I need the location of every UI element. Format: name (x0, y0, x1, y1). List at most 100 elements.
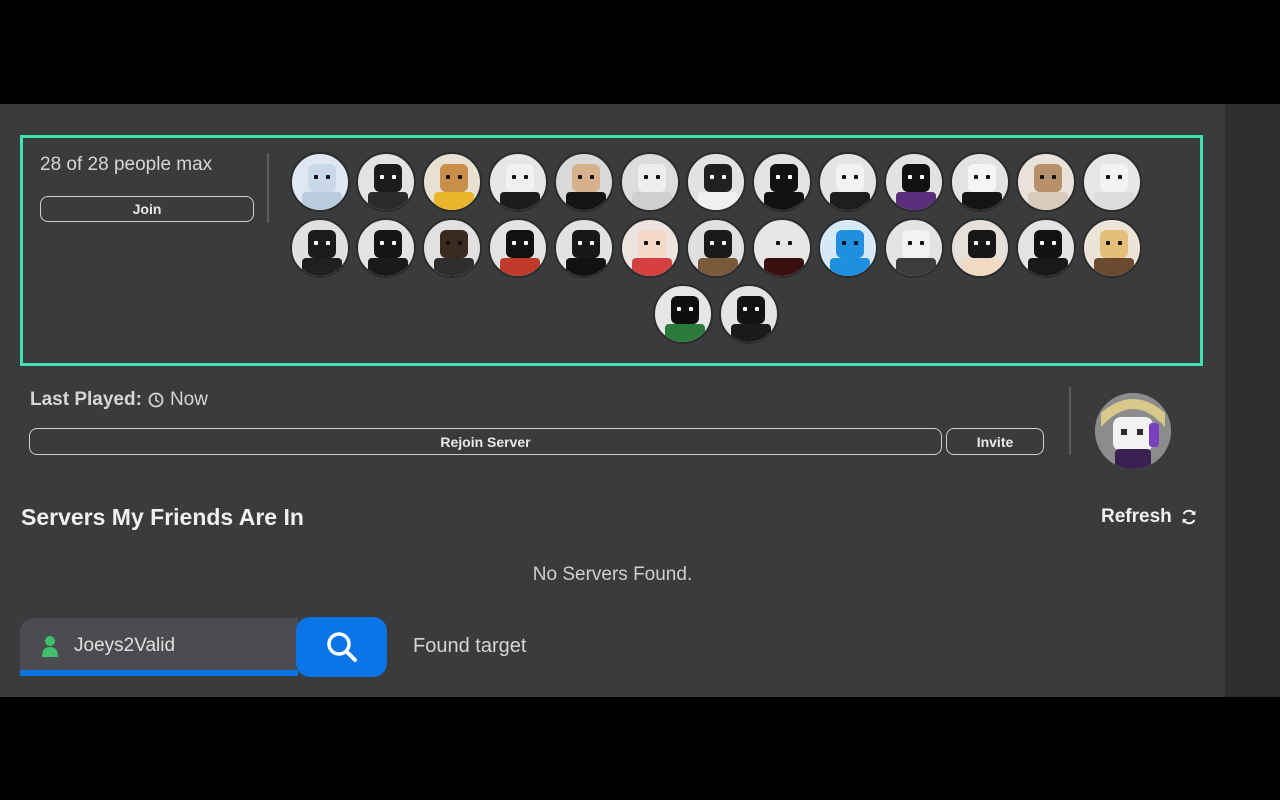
search-button[interactable] (296, 617, 387, 677)
player-avatar[interactable] (620, 218, 680, 278)
player-avatar[interactable] (1016, 218, 1076, 278)
avatar-torso (1028, 192, 1068, 210)
avatar-torso (1028, 258, 1068, 276)
user-avatar[interactable] (1095, 393, 1171, 469)
avatar-head (506, 164, 534, 192)
avatar-eye (1052, 175, 1056, 179)
avatar-head (1100, 230, 1128, 258)
avatar-eye (512, 241, 516, 245)
player-avatar[interactable] (884, 218, 944, 278)
avatar-torso (632, 258, 672, 276)
avatar-head (308, 230, 336, 258)
avatar-head (1034, 230, 1062, 258)
avatar-torso (896, 258, 936, 276)
player-avatar[interactable] (554, 152, 614, 212)
avatar-eye (677, 307, 681, 311)
avatar-eye (722, 175, 726, 179)
avatar-eye (1106, 241, 1110, 245)
player-avatar[interactable] (488, 218, 548, 278)
clock-icon (148, 392, 164, 408)
player-avatar[interactable] (653, 284, 713, 344)
username-search-input[interactable] (72, 630, 294, 662)
last-played-label: Last Played: (30, 389, 142, 410)
avatar-head (374, 230, 402, 258)
avatar-torso (896, 192, 936, 210)
player-avatar[interactable] (950, 152, 1010, 212)
player-avatar[interactable] (488, 152, 548, 212)
avatar-eye (590, 241, 594, 245)
avatar-eye (458, 175, 462, 179)
player-avatar[interactable] (752, 152, 812, 212)
player-avatar[interactable] (356, 218, 416, 278)
avatar-eye (710, 241, 714, 245)
avatar-torso (632, 192, 672, 210)
player-avatar[interactable] (290, 152, 350, 212)
avatar-eye (974, 241, 978, 245)
avatar-torso (500, 192, 540, 210)
avatar-head (572, 230, 600, 258)
avatar-torso (566, 258, 606, 276)
avatar-head (572, 164, 600, 192)
player-avatar[interactable] (719, 284, 779, 344)
avatar-eye (524, 175, 528, 179)
player-count: 28 of 28 people max (40, 154, 213, 175)
avatar-eye (854, 175, 858, 179)
avatar-torso (434, 192, 474, 210)
player-avatar[interactable] (1082, 152, 1142, 212)
avatar-eye (392, 241, 396, 245)
avatar-head (770, 230, 798, 258)
divider (1069, 387, 1071, 455)
avatar-torso (830, 192, 870, 210)
avatar-eye (644, 241, 648, 245)
avatar-torso (962, 258, 1002, 276)
player-avatar[interactable] (686, 218, 746, 278)
avatar-eye (1052, 241, 1056, 245)
avatar-eye (590, 175, 594, 179)
avatar-torso (698, 258, 738, 276)
avatar-eye (710, 175, 714, 179)
player-avatar[interactable] (884, 152, 944, 212)
player-avatar[interactable] (686, 152, 746, 212)
player-avatar[interactable] (752, 218, 812, 278)
avatar-eye (314, 175, 318, 179)
player-avatar[interactable] (422, 218, 482, 278)
avatar-eye (908, 241, 912, 245)
avatar-eye (656, 175, 660, 179)
avatar-eye (380, 175, 384, 179)
player-avatar[interactable] (950, 218, 1010, 278)
avatar-eye (920, 241, 924, 245)
join-button[interactable]: Join (40, 196, 254, 222)
avatar-head (968, 230, 996, 258)
avatar-eye (755, 307, 759, 311)
player-avatar[interactable] (356, 152, 416, 212)
friends-servers-title: Servers My Friends Are In (21, 504, 304, 530)
avatar-torso (566, 192, 606, 210)
avatar-head (704, 164, 732, 192)
avatar-torso (434, 258, 474, 276)
last-played: Last Played: Now (30, 389, 208, 411)
player-avatar[interactable] (422, 152, 482, 212)
avatar-head (737, 296, 765, 324)
invite-button[interactable]: Invite (946, 428, 1044, 455)
player-avatar[interactable] (290, 218, 350, 278)
avatar-figure-icon (1095, 393, 1171, 469)
search-icon (326, 632, 357, 662)
player-avatar[interactable] (818, 218, 878, 278)
divider (267, 153, 269, 223)
avatar-head (638, 230, 666, 258)
player-avatar[interactable] (1016, 152, 1076, 212)
avatar-eye (392, 175, 396, 179)
player-avatar[interactable] (554, 218, 614, 278)
avatar-head (440, 230, 468, 258)
refresh-button[interactable]: Refresh (1101, 506, 1198, 528)
avatar-torso (665, 324, 705, 342)
avatar-head (1034, 164, 1062, 192)
player-avatar[interactable] (818, 152, 878, 212)
player-avatar[interactable] (620, 152, 680, 212)
player-avatar[interactable] (1082, 218, 1142, 278)
avatar-eye (776, 175, 780, 179)
avatar-head (836, 230, 864, 258)
avatar-torso (962, 192, 1002, 210)
avatar-eye (578, 241, 582, 245)
rejoin-server-button[interactable]: Rejoin Server (29, 428, 942, 455)
